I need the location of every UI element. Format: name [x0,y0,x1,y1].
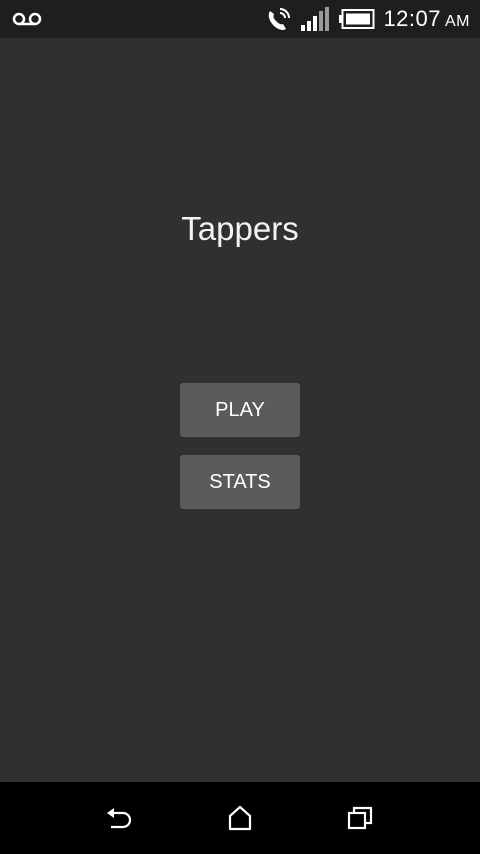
recents-button[interactable] [332,796,388,840]
home-icon [228,805,252,831]
wifi-calling-icon [269,8,291,30]
status-bar: 12:07 AM [0,0,480,38]
app-screen: 12:07 AM Tappers PLAY STATS [0,0,480,854]
app-title: Tappers [181,210,299,247]
voicemail-icon [12,12,42,26]
battery-icon [339,9,375,29]
back-icon [107,808,132,829]
home-button[interactable] [212,796,268,840]
navigation-bar [0,782,480,854]
back-button[interactable] [92,796,148,840]
clock: 12:07 AM [383,6,470,32]
stats-button[interactable]: STATS [180,455,300,509]
clock-ampm: AM [445,13,470,30]
play-button[interactable]: PLAY [180,383,300,437]
clock-time: 12:07 [383,6,441,31]
recents-icon [347,806,373,830]
status-icons: 12:07 AM [265,0,470,38]
signal-icon [301,7,330,31]
